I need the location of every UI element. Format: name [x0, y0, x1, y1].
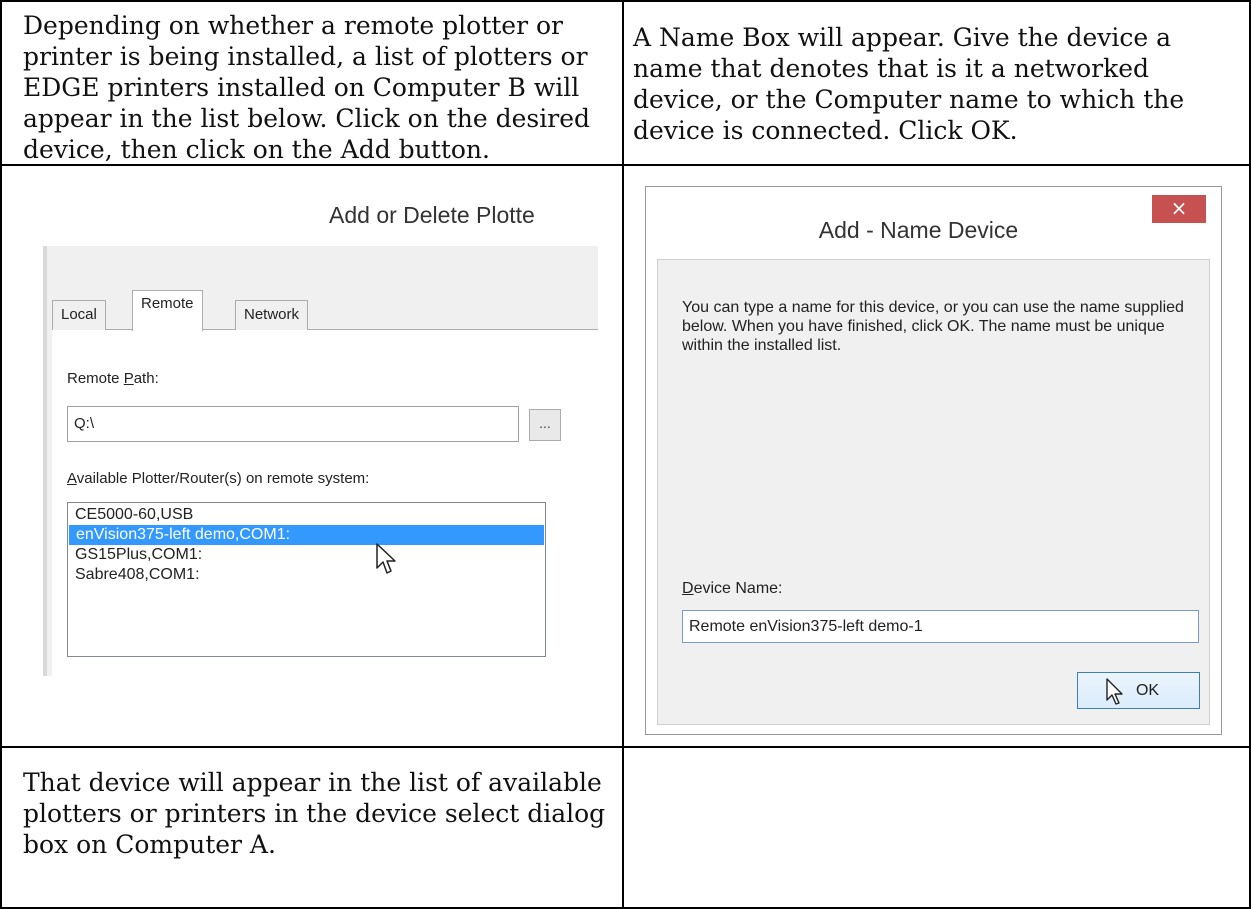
dialog-title: Add - Name Device	[818, 217, 1019, 243]
available-plotters-label: Available Plotter/Router(s) on remote sy…	[67, 470, 369, 487]
tab-remote[interactable]: Remote	[132, 290, 203, 331]
cell-plotter-dialog-screenshot: Add or Delete Plotte Local Remote Networ…	[0, 164, 624, 748]
remote-path-label-rest: ath:	[133, 370, 159, 387]
available-label-rest: vailable Plotter/Router(s) on remote sys…	[76, 470, 370, 487]
available-accesskey: A	[67, 470, 77, 487]
remote-path-accesskey: P	[123, 370, 134, 387]
device-name-label-rest: evice Name:	[693, 580, 783, 597]
mouse-pointer-icon	[1106, 678, 1123, 705]
device-name-accesskey: D	[682, 580, 694, 597]
step-result-text: That device will appear in the list of a…	[23, 768, 606, 859]
step-name-device-text: A Name Box will appear. Give the device …	[633, 23, 1185, 145]
dialog-frame-edge	[43, 246, 47, 676]
step-select-device-text: Depending on whether a remote plotter or…	[23, 11, 591, 164]
remote-path-label-text: Remote	[67, 370, 124, 387]
list-item[interactable]: CE5000-60,USB	[68, 505, 545, 525]
dialog-title: Add or Delete Plotte	[329, 202, 535, 228]
list-item-selected[interactable]: enVision375-left demo,COM1:	[69, 525, 544, 545]
list-item[interactable]: GS15Plus,COM1:	[68, 545, 545, 565]
browse-button[interactable]: ...	[529, 409, 561, 441]
dialog-titlebar: Add or Delete Plotte	[43, 184, 598, 246]
tab-local[interactable]: Local	[52, 300, 106, 330]
remote-path-label: Remote Path:	[67, 370, 159, 387]
dialog-description: You can type a name for this device, or …	[682, 299, 1184, 354]
cell-step-name-device: A Name Box will appear. Give the device …	[622, 0, 1251, 166]
name-device-dialog: Add - Name Device × You can type a name …	[645, 186, 1222, 735]
cell-step-result: That device will appear in the list of a…	[0, 746, 624, 909]
plotter-list[interactable]: CE5000-60,USB enVision375-left demo,COM1…	[67, 502, 546, 657]
instruction-table: Depending on whether a remote plotter or…	[0, 0, 1251, 909]
list-item[interactable]: Sabre408,COM1:	[68, 565, 545, 585]
add-delete-plotters-dialog: Add or Delete Plotte Local Remote Networ…	[43, 184, 598, 676]
tab-network[interactable]: Network	[235, 300, 309, 330]
cell-name-dialog-screenshot: Add - Name Device × You can type a name …	[622, 164, 1251, 748]
cell-step-select-device: Depending on whether a remote plotter or…	[0, 0, 624, 166]
ok-button[interactable]: OK	[1077, 672, 1200, 709]
device-name-input[interactable]: Remote enVision375-left demo-1	[682, 610, 1199, 643]
remote-path-input[interactable]: Q:\	[67, 406, 519, 442]
close-icon: ×	[1170, 196, 1188, 220]
close-button[interactable]: ×	[1152, 195, 1206, 223]
cell-empty	[622, 746, 1251, 909]
mouse-pointer-icon	[376, 543, 396, 574]
device-name-label: Device Name:	[682, 580, 782, 598]
